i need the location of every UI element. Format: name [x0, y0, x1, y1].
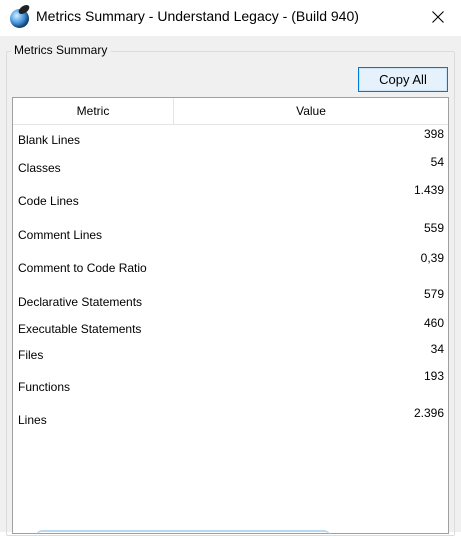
- dialog-client-area: Metrics Summary Copy All Metric Value Bl…: [0, 36, 461, 536]
- copy-all-button[interactable]: Copy All: [358, 67, 448, 92]
- metric-value: 559: [423, 221, 444, 235]
- metric-name: Functions: [18, 380, 71, 394]
- table-row[interactable]: Functions 193: [13, 368, 448, 400]
- metric-name: Executable Statements: [18, 322, 142, 336]
- table-row[interactable]: Executable Statements 460: [13, 312, 448, 338]
- table-row[interactable]: Code Lines 1.439: [13, 180, 448, 214]
- table-header: Metric Value: [13, 98, 448, 125]
- metric-value: 193: [423, 369, 444, 383]
- metric-value: 398: [423, 127, 444, 141]
- metric-value: 579: [423, 287, 444, 301]
- close-button[interactable]: [415, 0, 461, 34]
- metric-value: 2.396: [413, 406, 444, 420]
- metric-name: Declarative Statements: [18, 295, 143, 309]
- metric-name: Comment to Code Ratio: [18, 261, 147, 275]
- metric-value: 54: [430, 155, 444, 169]
- groupbox-legend: Metrics Summary: [11, 43, 112, 57]
- metrics-table[interactable]: Metric Value Blank Lines 398 Classes 54 …: [12, 97, 449, 534]
- table-row[interactable]: Blank Lines 398: [13, 124, 448, 152]
- table-row[interactable]: Comment to Code Ratio 0,39: [13, 246, 448, 280]
- table-row[interactable]: Classes 54: [13, 152, 448, 180]
- partial-bottom-control: [36, 530, 330, 538]
- column-header-metric[interactable]: Metric: [13, 98, 174, 124]
- table-row[interactable]: Comment Lines 559: [13, 214, 448, 246]
- table-row[interactable]: Lines 2.396: [13, 400, 448, 434]
- metric-name: Classes: [18, 161, 61, 175]
- metric-name: Comment Lines: [18, 228, 103, 242]
- metric-value: 0,39: [420, 251, 444, 265]
- metric-value: 460: [423, 316, 444, 330]
- metric-name: Code Lines: [18, 194, 79, 208]
- title-bar: Metrics Summary - Understand Legacy - (B…: [0, 0, 461, 36]
- close-icon: [432, 11, 444, 23]
- metric-value: 34: [430, 342, 444, 356]
- understand-app-icon: [10, 9, 29, 28]
- metric-name: Lines: [18, 413, 47, 427]
- column-header-value[interactable]: Value: [174, 98, 448, 124]
- metric-name: Blank Lines: [18, 133, 81, 147]
- table-row[interactable]: Declarative Statements 579: [13, 280, 448, 312]
- table-row[interactable]: Files 34: [13, 338, 448, 368]
- window-title: Metrics Summary - Understand Legacy - (B…: [36, 8, 359, 24]
- metric-name: Files: [18, 348, 44, 362]
- metric-value: 1.439: [413, 183, 444, 197]
